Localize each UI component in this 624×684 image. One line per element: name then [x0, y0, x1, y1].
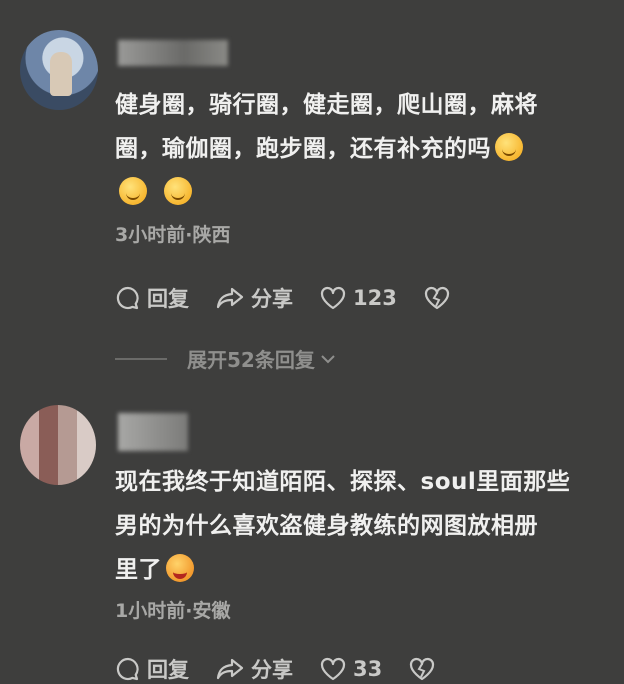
share-button[interactable]: 分享: [215, 654, 293, 684]
comment-line: 里了: [115, 557, 162, 583]
expand-label: 展开52条回复: [187, 348, 315, 372]
comment-content: 健身圈，骑行圈，健走圈，爬山圈，麻将 圈，瑜伽圈，跑步圈，还有补充的吗: [115, 83, 610, 215]
reply-label: 回复: [147, 658, 189, 682]
dislike-button[interactable]: [408, 656, 442, 682]
avatar[interactable]: [20, 405, 96, 485]
heart-icon: [320, 657, 346, 681]
comment-line: 健身圈，骑行圈，健走圈，爬山圈，麻将: [115, 92, 538, 118]
comment-meta: 1小时前·安徽: [115, 600, 231, 622]
share-icon: [216, 287, 244, 309]
share-icon: [216, 658, 244, 680]
like-count: 123: [353, 286, 397, 310]
like-count: 33: [353, 657, 383, 681]
comment-actions: 回复 分享 33: [115, 654, 468, 684]
smirk-emoji: [163, 177, 192, 205]
comment-actions: 回复 分享 123: [115, 283, 483, 313]
dislike-button[interactable]: [423, 285, 457, 311]
smirk-emoji: [119, 177, 147, 205]
comment-line: 男的为什么喜欢盗健身教练的网图放相册: [115, 513, 538, 539]
dislike-heart-icon: [424, 286, 449, 310]
chevron-down-icon: [321, 354, 335, 363]
like-button[interactable]: 123: [319, 285, 397, 311]
like-button[interactable]: 33: [319, 656, 382, 682]
heart-icon: [320, 286, 346, 310]
avatar[interactable]: [20, 30, 98, 110]
reply-button[interactable]: 回复: [115, 654, 189, 684]
divider: [115, 357, 167, 360]
comment-icon: [116, 286, 139, 310]
comment-content: 现在我终于知道陌陌、探探、soul里面那些 男的为什么喜欢盗健身教练的网图放相册…: [115, 460, 610, 592]
comment-line: 现在我终于知道陌陌、探探、soul里面那些: [115, 469, 571, 495]
smirk-emoji: [495, 133, 523, 161]
username-blurred[interactable]: [118, 413, 188, 451]
share-label: 分享: [251, 658, 293, 682]
share-label: 分享: [251, 287, 293, 311]
laugh-emoji: [166, 554, 194, 582]
reply-label: 回复: [147, 287, 189, 311]
dislike-heart-icon: [410, 657, 435, 681]
comment-line: 圈，瑜伽圈，跑步圈，还有补充的吗: [115, 136, 491, 162]
comment-icon: [116, 657, 139, 681]
comment-meta: 3小时前·陕西: [115, 224, 231, 246]
username-blurred[interactable]: [118, 40, 228, 66]
share-button[interactable]: 分享: [215, 283, 293, 313]
reply-button[interactable]: 回复: [115, 283, 189, 313]
expand-replies-button[interactable]: 展开52条回复: [115, 344, 337, 373]
